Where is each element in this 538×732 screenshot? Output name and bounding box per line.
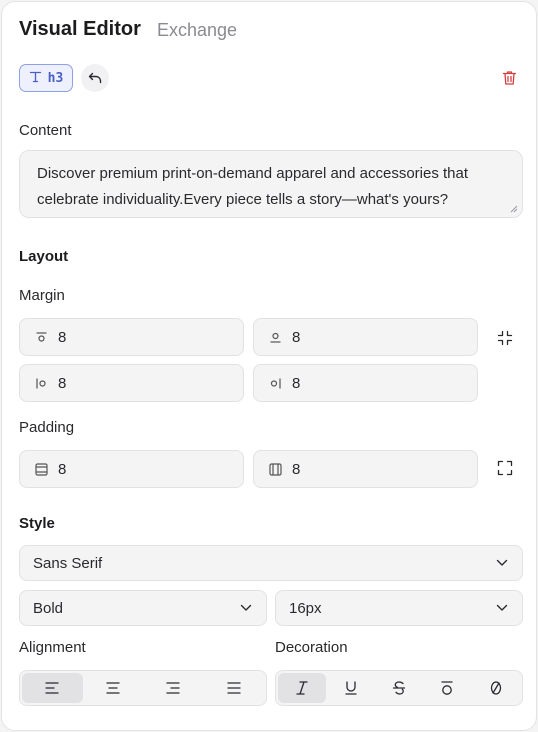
- margin-top-icon: [34, 330, 48, 344]
- undo-button[interactable]: [81, 64, 109, 92]
- font-weight-select[interactable]: Bold: [19, 590, 267, 626]
- trash-icon: [502, 71, 516, 85]
- align-left-button[interactable]: [22, 673, 83, 703]
- margin-right-value: 8: [292, 374, 301, 392]
- padding-horizontal-icon: [268, 462, 282, 476]
- decoration-group: [275, 670, 523, 706]
- content-text: Discover premium print-on-demand apparel…: [37, 165, 469, 208]
- strikethrough-button[interactable]: [375, 673, 423, 703]
- font-size-value: 16px: [289, 599, 322, 617]
- no-decoration-button[interactable]: [472, 673, 520, 703]
- padding-vertical-input[interactable]: 8: [19, 450, 244, 488]
- font-family-select[interactable]: Sans Serif: [19, 545, 523, 581]
- align-center-icon: [106, 682, 120, 694]
- margin-top-value: 8: [58, 328, 67, 346]
- underline-button[interactable]: [326, 673, 374, 703]
- alignment-group: [19, 670, 267, 706]
- strikethrough-icon: [392, 681, 406, 695]
- align-left-icon: [45, 682, 59, 694]
- resize-handle-icon[interactable]: [510, 205, 518, 213]
- margin-right-icon: [268, 376, 282, 390]
- margin-left-icon: [34, 376, 48, 390]
- font-weight-value: Bold: [33, 599, 64, 617]
- margin-bottom-value: 8: [292, 328, 301, 346]
- expand-padding-button[interactable]: [495, 458, 515, 478]
- padding-horizontal-value: 8: [292, 460, 301, 478]
- overline-icon: [441, 681, 454, 695]
- delete-button[interactable]: [499, 68, 519, 88]
- underline-icon: [344, 681, 357, 695]
- tab-exchange[interactable]: Exchange: [157, 20, 237, 41]
- expand-icon: [497, 460, 513, 476]
- align-justify-button[interactable]: [204, 673, 265, 703]
- padding-vertical-icon: [34, 462, 48, 476]
- alignment-label: Alignment: [19, 639, 86, 656]
- content-textarea[interactable]: Discover premium print-on-demand apparel…: [19, 150, 523, 218]
- font-family-value: Sans Serif: [33, 554, 103, 572]
- overline-button[interactable]: [423, 673, 471, 703]
- margin-right-input[interactable]: 8: [253, 364, 478, 402]
- tab-visual-editor[interactable]: Visual Editor: [19, 18, 141, 41]
- chevron-down-icon: [496, 604, 508, 611]
- padding-label: Padding: [19, 419, 75, 436]
- undo-icon: [88, 72, 102, 84]
- padding-vertical-value: 8: [58, 460, 67, 478]
- align-justify-icon: [227, 682, 241, 694]
- content-label: Content: [19, 122, 72, 139]
- padding-horizontal-input[interactable]: 8: [253, 450, 478, 488]
- margin-top-input[interactable]: 8: [19, 318, 244, 356]
- align-right-button[interactable]: [143, 673, 204, 703]
- heading-level-label: h3: [47, 70, 64, 86]
- chevron-down-icon: [496, 559, 508, 566]
- margin-left-value: 8: [58, 374, 67, 392]
- align-right-icon: [166, 682, 180, 694]
- margin-bottom-icon: [268, 330, 282, 344]
- margin-bottom-input[interactable]: 8: [253, 318, 478, 356]
- style-title: Style: [19, 515, 55, 532]
- margin-left-input[interactable]: 8: [19, 364, 244, 402]
- chevron-down-icon: [240, 604, 252, 611]
- decoration-label: Decoration: [275, 639, 348, 656]
- collapse-margins-button[interactable]: [495, 328, 515, 348]
- font-size-select[interactable]: 16px: [275, 590, 523, 626]
- no-decoration-icon: [490, 681, 501, 695]
- margin-label: Margin: [19, 287, 65, 304]
- collapse-icon: [497, 330, 513, 346]
- italic-icon: [296, 681, 308, 695]
- layout-title: Layout: [19, 248, 69, 265]
- align-center-button[interactable]: [83, 673, 144, 703]
- italic-button[interactable]: [278, 673, 327, 703]
- editor-panel: Visual Editor Exchange h3 Content Discov…: [1, 1, 537, 731]
- heading-level-badge[interactable]: h3: [19, 64, 73, 92]
- type-icon: [29, 70, 42, 87]
